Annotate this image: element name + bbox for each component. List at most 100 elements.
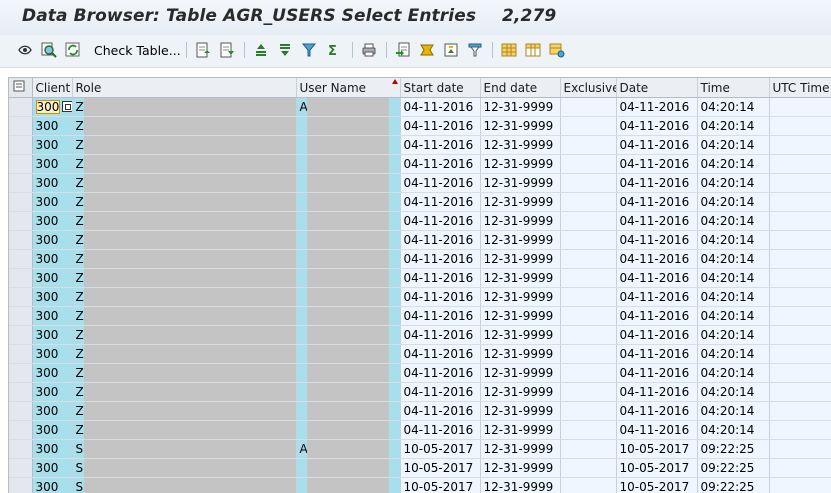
cell-time[interactable]: 04:20:14 — [697, 98, 769, 117]
cell-exclusive[interactable] — [560, 288, 616, 307]
cell-utc-time[interactable] — [769, 193, 831, 212]
cell-utc-time[interactable] — [769, 440, 831, 459]
cell-date[interactable]: 04-11-2016 — [616, 345, 697, 364]
table-row[interactable]: 300Z04-11-201612-31-999904-11-201604:20:… — [9, 421, 831, 440]
table-row[interactable]: 300Z04-11-201612-31-999904-11-201604:20:… — [9, 136, 831, 155]
cell-end-date[interactable]: 12-31-9999 — [480, 117, 560, 136]
cell-date[interactable]: 04-11-2016 — [616, 288, 697, 307]
column-header-time[interactable]: Time — [697, 78, 769, 98]
cell-client[interactable]: 300 — [32, 326, 72, 345]
cell-client[interactable]: 300 — [32, 383, 72, 402]
cell-client[interactable]: 300 — [32, 459, 72, 478]
cell-time[interactable]: 04:20:14 — [697, 402, 769, 421]
last-page-icon[interactable] — [218, 41, 236, 59]
cell-end-date[interactable]: 12-31-9999 — [480, 250, 560, 269]
column-header-exclusive[interactable]: Exclusive — [560, 78, 616, 98]
cell-client[interactable]: 300 — [32, 364, 72, 383]
cell-role[interactable]: Z — [72, 155, 296, 174]
cell-date[interactable]: 04-11-2016 — [616, 250, 697, 269]
cell-user-name[interactable] — [296, 364, 400, 383]
cell-start-date[interactable]: 10-05-2017 — [400, 478, 480, 493]
cell-role[interactable]: Z — [72, 421, 296, 440]
cell-role[interactable]: Z — [72, 364, 296, 383]
cell-role[interactable]: Z — [72, 269, 296, 288]
cell-date[interactable]: 10-05-2017 — [616, 440, 697, 459]
cell-time[interactable]: 04:20:14 — [697, 326, 769, 345]
cell-time[interactable]: 04:20:14 — [697, 231, 769, 250]
cell-user-name[interactable] — [296, 288, 400, 307]
cell-end-date[interactable]: 12-31-9999 — [480, 174, 560, 193]
cell-role[interactable]: S — [72, 440, 296, 459]
row-selector[interactable] — [9, 174, 32, 193]
cell-client[interactable]: 300 — [32, 98, 72, 117]
cell-utc-time[interactable] — [769, 155, 831, 174]
cell-exclusive[interactable] — [560, 459, 616, 478]
cell-client[interactable]: 300 — [32, 402, 72, 421]
row-selector[interactable] — [9, 383, 32, 402]
export-icon[interactable] — [394, 41, 412, 59]
cell-end-date[interactable]: 12-31-9999 — [480, 269, 560, 288]
table-row[interactable]: 300Z04-11-201612-31-999904-11-201604:20:… — [9, 193, 831, 212]
cell-date[interactable]: 10-05-2017 — [616, 459, 697, 478]
cell-role[interactable]: Z — [72, 383, 296, 402]
cell-exclusive[interactable] — [560, 326, 616, 345]
row-selector[interactable] — [9, 193, 32, 212]
column-header-client[interactable]: Client — [32, 78, 72, 98]
cell-client[interactable]: 300 — [32, 307, 72, 326]
cell-user-name[interactable] — [296, 383, 400, 402]
cell-role[interactable]: S — [72, 459, 296, 478]
cell-exclusive[interactable] — [560, 98, 616, 117]
cell-utc-time[interactable] — [769, 288, 831, 307]
calculator-icon[interactable] — [418, 41, 436, 59]
row-selector[interactable] — [9, 345, 32, 364]
cell-time[interactable]: 04:20:14 — [697, 212, 769, 231]
row-selector[interactable] — [9, 212, 32, 231]
cell-start-date[interactable]: 04-11-2016 — [400, 364, 480, 383]
cell-user-name[interactable] — [296, 307, 400, 326]
check-table-button[interactable]: Check Table... — [94, 43, 181, 58]
cell-start-date[interactable]: 04-11-2016 — [400, 136, 480, 155]
cell-role[interactable]: Z — [72, 136, 296, 155]
first-page-icon[interactable] — [194, 41, 212, 59]
cell-role[interactable]: Z — [72, 231, 296, 250]
refresh-icon[interactable] — [64, 41, 82, 59]
cell-exclusive[interactable] — [560, 231, 616, 250]
cell-exclusive[interactable] — [560, 193, 616, 212]
cell-start-date[interactable]: 04-11-2016 — [400, 269, 480, 288]
cell-start-date[interactable]: 10-05-2017 — [400, 440, 480, 459]
table-row[interactable]: 300Z04-11-201612-31-999904-11-201604:20:… — [9, 326, 831, 345]
row-selector[interactable] — [9, 250, 32, 269]
table-row[interactable]: 300Z04-11-201612-31-999904-11-201604:20:… — [9, 174, 831, 193]
cell-client[interactable]: 300 — [32, 231, 72, 250]
table-row[interactable]: 300Z04-11-201612-31-999904-11-201604:20:… — [9, 250, 831, 269]
cell-time[interactable]: 04:20:14 — [697, 269, 769, 288]
table-row[interactable]: 300Z04-11-201612-31-999904-11-201604:20:… — [9, 212, 831, 231]
cell-end-date[interactable]: 12-31-9999 — [480, 136, 560, 155]
row-selector[interactable] — [9, 307, 32, 326]
column-header-date[interactable]: Date — [616, 78, 697, 98]
row-selector[interactable] — [9, 459, 32, 478]
cell-role[interactable]: S — [72, 478, 296, 493]
cell-exclusive[interactable] — [560, 174, 616, 193]
cell-exclusive[interactable] — [560, 383, 616, 402]
columns-icon[interactable] — [524, 41, 542, 59]
row-selector[interactable] — [9, 440, 32, 459]
cell-exclusive[interactable] — [560, 440, 616, 459]
total-icon[interactable]: Σ — [324, 41, 342, 59]
table-row[interactable]: 300Z04-11-201612-31-999904-11-201604:20:… — [9, 402, 831, 421]
cell-time[interactable]: 04:20:14 — [697, 345, 769, 364]
cell-date[interactable]: 04-11-2016 — [616, 155, 697, 174]
cell-utc-time[interactable] — [769, 459, 831, 478]
cell-user-name[interactable] — [296, 117, 400, 136]
cell-user-name[interactable] — [296, 421, 400, 440]
cell-role[interactable]: Z — [72, 212, 296, 231]
cell-end-date[interactable]: 12-31-9999 — [480, 478, 560, 493]
cell-date[interactable]: 04-11-2016 — [616, 231, 697, 250]
cell-role[interactable]: Z — [72, 307, 296, 326]
cell-time[interactable]: 04:20:14 — [697, 421, 769, 440]
cell-utc-time[interactable] — [769, 402, 831, 421]
cell-end-date[interactable]: 12-31-9999 — [480, 326, 560, 345]
cell-time[interactable]: 04:20:14 — [697, 136, 769, 155]
cell-user-name[interactable] — [296, 326, 400, 345]
cell-start-date[interactable]: 04-11-2016 — [400, 117, 480, 136]
